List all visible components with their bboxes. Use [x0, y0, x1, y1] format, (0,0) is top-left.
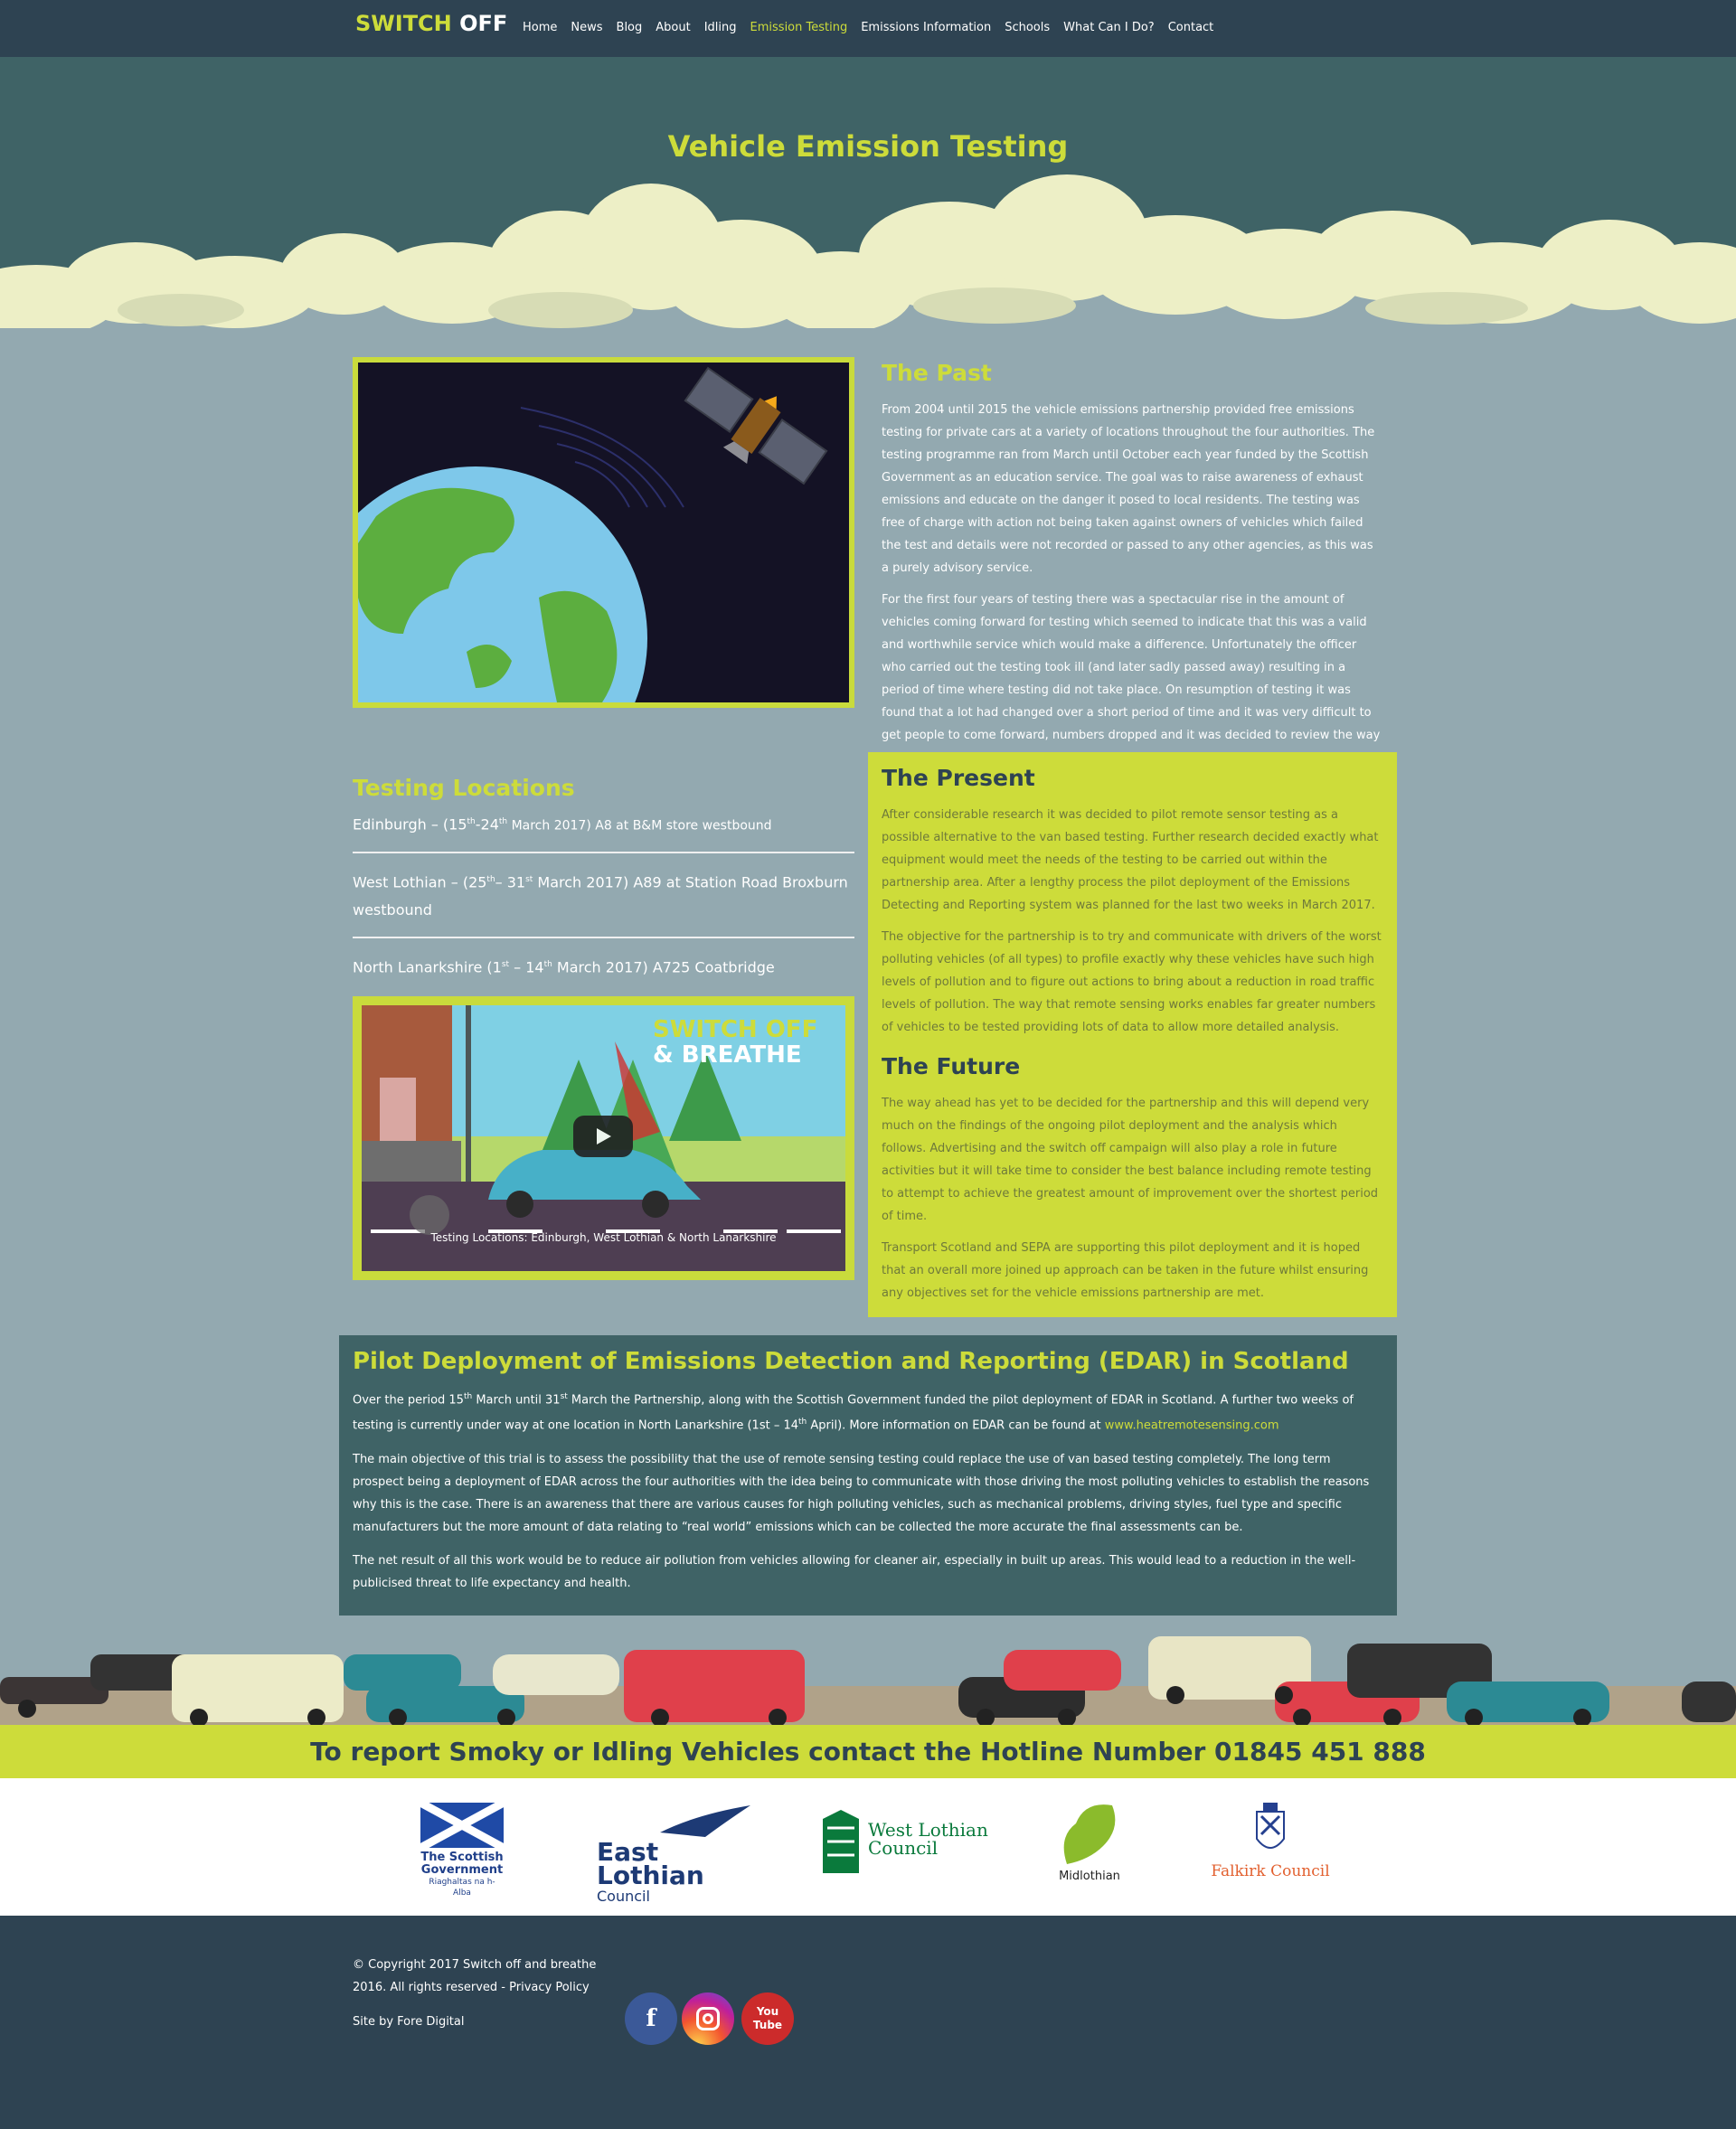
location-edinburgh: Edinburgh – (15th-24th March 2017) A8 at…: [353, 801, 854, 854]
edar-heading: Pilot Deployment of Emissions Detection …: [353, 1348, 1349, 1375]
partner-logos: The Scottish Government Riaghaltas na h-…: [0, 1778, 1736, 1916]
locations-heading: Testing Locations: [353, 775, 575, 801]
video-title-line-1: SWITCH OFF: [653, 1016, 818, 1043]
leaf-icon: [1063, 1804, 1116, 1864]
future-paragraph-1: The way ahead has yet to be decided for …: [882, 1097, 1379, 1223]
facebook-icon[interactable]: f: [625, 1992, 677, 2045]
privacy-policy-link[interactable]: Privacy Policy: [509, 1981, 590, 1994]
bird-icon: [660, 1805, 750, 1837]
edar-paragraph-2: The main objective of this trial is to a…: [353, 1452, 1370, 1534]
future-heading: The Future: [882, 1053, 1021, 1079]
past-paragraph-1: From 2004 until 2015 the vehicle emissio…: [882, 403, 1375, 575]
footer-text: © Copyright 2017 Switch off and breathe …: [353, 1954, 596, 2033]
testing-locations: Testing Locations Edinburgh – (15th-24th…: [353, 775, 854, 981]
location-north-lanarkshire: North Lanarkshire (1st – 14th March 2017…: [353, 957, 775, 975]
top-navigation: SWITCH OFF Home News Blog About Idling E…: [0, 0, 1736, 57]
site-credit: Site by Fore Digital: [353, 2015, 465, 2029]
present-future-panel: The Present After considerable research …: [868, 752, 1397, 1317]
instagram-icon[interactable]: [682, 1992, 734, 2045]
nav-about[interactable]: About: [656, 21, 690, 34]
present-paragraph-1: After considerable research it was decid…: [882, 808, 1379, 912]
scottish-government-logo[interactable]: The Scottish Government Riaghaltas na h-…: [418, 1799, 506, 1898]
nav-news[interactable]: News: [571, 21, 602, 34]
earth-illustration: [358, 366, 828, 702]
future-paragraph-2: Transport Scotland and SEPA are supporti…: [882, 1241, 1369, 1300]
past-paragraph-2: For the first four years of testing ther…: [882, 593, 1381, 765]
east-lothian-logo[interactable]: East Lothian Council: [597, 1805, 760, 1906]
saltire-icon: [418, 1799, 506, 1851]
traffic-illustration: [0, 1636, 1736, 1725]
video-caption: Testing Locations: Edinburgh, West Lothi…: [430, 1231, 777, 1244]
falkirk-council-logo[interactable]: Falkirk Council: [1203, 1803, 1338, 1880]
falkirk-crest-icon: [1256, 1803, 1285, 1849]
nav-idling[interactable]: Idling: [704, 21, 737, 34]
nav-emission-testing[interactable]: Emission Testing: [750, 21, 848, 34]
hero-banner: Vehicle Emission Testing: [0, 57, 1736, 328]
page-title: Vehicle Emission Testing: [667, 129, 1069, 164]
video-player[interactable]: SWITCH OFF & BREATHE Testing Locations: …: [353, 996, 854, 1280]
past-heading: The Past: [882, 360, 992, 386]
west-lothian-crest-icon: [823, 1810, 859, 1873]
location-west-lothian: West Lothian – (25th– 31st March 2017) A…: [353, 859, 854, 938]
main-menu: Home News Blog About Idling Emission Tes…: [523, 21, 1227, 34]
site-footer: © Copyright 2017 Switch off and breathe …: [0, 1916, 1736, 2129]
nav-home[interactable]: Home: [523, 21, 557, 34]
midlothian-logo[interactable]: Midlothian: [1049, 1801, 1130, 1883]
earth-satellite-image: [353, 357, 854, 708]
edar-paragraph-3: The net result of all this work would be…: [353, 1553, 1356, 1590]
edar-link[interactable]: www.heatremotesensing.com: [1105, 1419, 1279, 1433]
nav-blog[interactable]: Blog: [617, 21, 643, 34]
present-heading: The Present: [882, 765, 1035, 791]
edar-section: Pilot Deployment of Emissions Detection …: [339, 1335, 1397, 1616]
hotline-banner: To report Smoky or Idling Vehicles conta…: [0, 1725, 1736, 1778]
past-section: The Past From 2004 until 2015 the vehicl…: [882, 360, 1383, 769]
nav-contact[interactable]: Contact: [1168, 21, 1214, 34]
video-title-line-2: & BREATHE: [653, 1041, 802, 1069]
nav-emissions-information[interactable]: Emissions Information: [861, 21, 991, 34]
edar-paragraph-1: Over the period 15th March until 31st Ma…: [353, 1392, 1354, 1433]
clouds-illustration: [0, 174, 1736, 328]
nav-schools[interactable]: Schools: [1005, 21, 1050, 34]
nav-what-can-i-do[interactable]: What Can I Do?: [1063, 21, 1155, 34]
play-icon: [597, 1128, 611, 1145]
site-logo[interactable]: SWITCH OFF: [355, 11, 507, 36]
play-button[interactable]: [573, 1116, 633, 1157]
youtube-icon[interactable]: You Tube: [741, 1992, 794, 2045]
present-paragraph-2: The objective for the partnership is to …: [882, 930, 1382, 1034]
